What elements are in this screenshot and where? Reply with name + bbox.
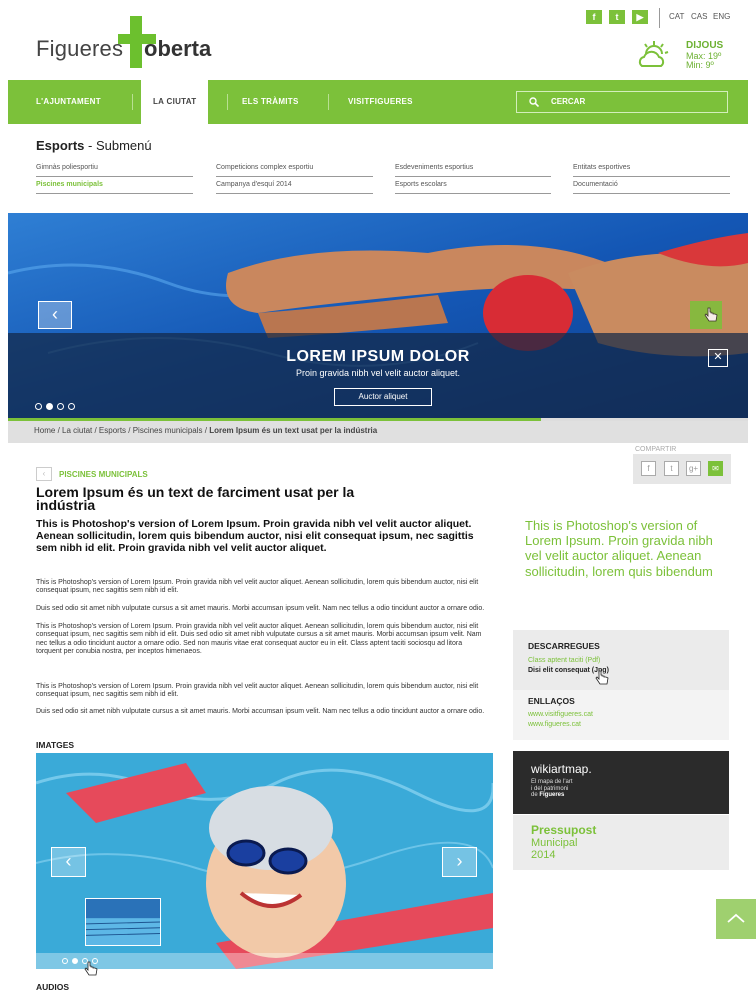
hero-close-button[interactable]: ✕ bbox=[708, 349, 728, 367]
wikiartmap-description: El mapa de l'art i del patrimoni de Figu… bbox=[531, 779, 601, 799]
logo-word-figueres: Figueres bbox=[36, 36, 124, 61]
pressupost-subtitle: Municipal bbox=[531, 837, 578, 849]
breadcrumb: Home / La ciutat / Esports / Piscines mu… bbox=[8, 421, 748, 443]
external-link[interactable]: www.figueres.cat bbox=[528, 721, 581, 728]
nav-separator bbox=[132, 94, 133, 110]
header-separator bbox=[659, 8, 660, 28]
hero-dot-4[interactable] bbox=[68, 403, 75, 410]
submenu-item-gimnas[interactable]: Gimnàs poliesportiu bbox=[36, 163, 193, 177]
article-paragraph: This is Photoshop's version of Lorem Ips… bbox=[36, 579, 479, 595]
submenu-title: Esports - Submenú bbox=[36, 138, 152, 153]
nav-item-la-ciutat[interactable]: LA CIUTAT bbox=[141, 80, 209, 124]
nav-item-tramits[interactable]: ELS TRÀMITS bbox=[242, 80, 299, 124]
weather-min: Min: 9º bbox=[686, 60, 714, 70]
hero-dot-3[interactable] bbox=[57, 403, 64, 410]
hero-subtitle: Proin gravida nibh vel velit auctor aliq… bbox=[295, 368, 461, 378]
hero-dot-1[interactable] bbox=[35, 403, 42, 410]
wikiartmap-line: El mapa de l'art bbox=[531, 779, 573, 785]
search-label: CERCAR bbox=[551, 97, 586, 106]
nav-separator bbox=[227, 94, 228, 110]
site-logo[interactable]: Figueres oberta bbox=[36, 14, 226, 70]
gallery-dot-1[interactable] bbox=[62, 958, 68, 964]
hero-dot-2[interactable] bbox=[46, 403, 53, 410]
wikiartmap-title: wikiartmap. bbox=[531, 762, 592, 776]
wikiartmap-line-bold: Figueres bbox=[539, 792, 565, 799]
back-to-top-button[interactable] bbox=[716, 899, 756, 939]
site-header: Figueres oberta f t ▶ CAT CAS ENG DIJOUS… bbox=[0, 0, 756, 80]
section-label: PISCINES MUNICIPALS bbox=[59, 470, 148, 479]
submenu-title-bold: Esports bbox=[36, 138, 85, 153]
lang-cat[interactable]: CAT bbox=[669, 12, 684, 21]
submenu-item-documentacio[interactable]: Documentació bbox=[573, 180, 730, 194]
pressupost-banner[interactable]: Pressupost Municipal 2014 bbox=[513, 815, 729, 870]
facebook-icon[interactable]: f bbox=[586, 10, 602, 24]
article-lead: This is Photoshop's version of Lorem Ips… bbox=[36, 518, 474, 554]
submenu-item-piscines[interactable]: Piscines municipals bbox=[36, 180, 193, 194]
main-nav: L'AJUNTAMENT LA CIUTAT ELS TRÀMITS VISIT… bbox=[8, 80, 748, 124]
hero-next-button[interactable] bbox=[690, 301, 722, 329]
hero-prev-button[interactable]: ‹ bbox=[38, 301, 72, 329]
lang-eng[interactable]: ENG bbox=[713, 12, 730, 21]
share-googleplus-icon[interactable]: g+ bbox=[686, 461, 701, 476]
submenu-item-esdeveniments[interactable]: Esdeveniments esportius bbox=[395, 163, 551, 177]
share-twitter-icon[interactable]: t bbox=[664, 461, 679, 476]
hero-title: LOREM IPSUM DOLOR bbox=[286, 348, 470, 365]
submenu-item-esports-escolars[interactable]: Esports escolars bbox=[395, 180, 551, 194]
downloads-box: DESCARREGUES Class aptent taciti (Pdf) D… bbox=[513, 630, 729, 690]
hand-cursor-icon bbox=[704, 307, 718, 322]
pressupost-year: 2014 bbox=[531, 849, 556, 861]
breadcrumb-path[interactable]: Home / La ciutat / Esports / Piscines mu… bbox=[34, 426, 209, 435]
nav-item-ajuntament[interactable]: L'AJUNTAMENT bbox=[36, 80, 101, 124]
sidebar-quote: This is Photoshop's version of Lorem Ips… bbox=[525, 518, 713, 579]
wikiartmap-line: de Figueres bbox=[531, 792, 601, 799]
article-paragraph: Duis sed odio sit amet nibh vulputate cu… bbox=[36, 605, 485, 612]
submenu-title-rest: - Submenú bbox=[84, 138, 152, 153]
links-title: ENLLAÇOS bbox=[528, 696, 575, 706]
article-paragraph: This is Photoshop's version of Lorem Ips… bbox=[36, 683, 479, 699]
downloads-title: DESCARREGUES bbox=[528, 641, 600, 651]
download-link[interactable]: Class aptent taciti (Pdf) bbox=[528, 657, 600, 664]
twitter-icon[interactable]: t bbox=[609, 10, 625, 24]
gallery-dots-strip bbox=[36, 953, 493, 969]
lang-cas[interactable]: CAS bbox=[691, 12, 707, 21]
sun-cloud-icon bbox=[638, 41, 669, 67]
submenu-item-entitats[interactable]: Entitats esportives bbox=[573, 163, 730, 177]
hand-cursor-icon bbox=[595, 670, 609, 685]
search-icon bbox=[529, 97, 539, 107]
weather-day: DIJOUS bbox=[686, 40, 724, 51]
submenu-item-campanya-esqui[interactable]: Campanya d'esquí 2014 bbox=[216, 180, 373, 194]
images-heading: IMATGES bbox=[36, 740, 75, 750]
image-gallery: ‹ › bbox=[36, 753, 493, 969]
links-box: ENLLAÇOS www.visitfigueres.cat www.figue… bbox=[513, 690, 729, 740]
wikiartmap-banner[interactable]: wikiartmap. El mapa de l'art i del patri… bbox=[513, 751, 729, 814]
wikiartmap-line: i del patrimoni bbox=[531, 785, 569, 792]
gallery-next-button[interactable]: › bbox=[442, 847, 477, 877]
gallery-thumbnail[interactable] bbox=[85, 898, 161, 946]
back-button[interactable]: ‹ bbox=[36, 467, 52, 481]
share-facebook-icon[interactable]: f bbox=[641, 461, 656, 476]
external-link[interactable]: www.visitfigueres.cat bbox=[528, 711, 593, 718]
share-email-icon[interactable]: ✉ bbox=[708, 461, 723, 476]
submenu-item-competicions[interactable]: Competicions complex esportiu bbox=[216, 163, 373, 177]
gallery-dot-2[interactable] bbox=[72, 958, 78, 964]
article-paragraph: This is Photoshop's version of Lorem Ips… bbox=[36, 623, 482, 656]
article-title: Lorem Ipsum és un text de farciment usat… bbox=[36, 484, 355, 513]
share-label: COMPARTIR bbox=[635, 446, 677, 453]
gallery-prev-button[interactable]: ‹ bbox=[51, 847, 86, 877]
article-paragraph: Duis sed odio sit amet nibh vulputate cu… bbox=[36, 708, 485, 715]
hand-cursor-icon bbox=[84, 961, 98, 976]
search-box[interactable]: CERCAR bbox=[516, 91, 728, 113]
logo-word-oberta: oberta bbox=[144, 36, 212, 61]
nav-item-visitfigueres[interactable]: VISITFIGUERES bbox=[348, 80, 413, 124]
youtube-icon[interactable]: ▶ bbox=[632, 10, 648, 24]
breadcrumb-current: Lorem Ipsum és un text usat per la indús… bbox=[209, 426, 378, 435]
chevron-up-icon bbox=[727, 913, 745, 923]
weather-widget: DIJOUS Max: 19º Min: 9º bbox=[636, 38, 736, 72]
hero-slider: LOREM IPSUM DOLOR Proin gravida nibh vel… bbox=[8, 213, 748, 418]
share-box: f t g+ ✉ bbox=[633, 454, 731, 484]
pressupost-title: Pressupost bbox=[531, 823, 597, 837]
nav-separator bbox=[328, 94, 329, 110]
hero-cta-button[interactable]: Auctor aliquet bbox=[334, 388, 432, 406]
audios-heading: AUDIOS bbox=[36, 982, 70, 992]
